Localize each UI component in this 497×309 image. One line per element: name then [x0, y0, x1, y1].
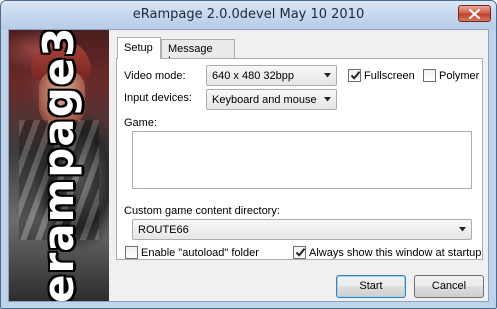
- custom-dir-value: ROUTE66: [138, 224, 189, 236]
- game-list[interactable]: [132, 131, 472, 189]
- input-devices-label: Input devices:: [124, 92, 192, 104]
- dropdown-arrow-icon: [324, 73, 331, 78]
- video-mode-select[interactable]: 640 x 480 32bpp: [206, 65, 337, 86]
- game-label: Game:: [124, 117, 158, 129]
- setup-panel: Video mode: 640 x 480 32bpp Fullscreen P…: [116, 58, 483, 260]
- polymer-checkbox[interactable]: [423, 69, 436, 82]
- input-devices-select[interactable]: Keyboard and mouse: [206, 89, 337, 110]
- fullscreen-label: Fullscreen: [364, 70, 415, 82]
- close-icon: [469, 8, 480, 19]
- close-button[interactable]: [458, 5, 491, 22]
- dropdown-arrow-icon: [459, 227, 466, 232]
- fullscreen-checkbox[interactable]: [348, 69, 361, 82]
- tab-setup[interactable]: Setup: [117, 37, 161, 59]
- video-mode-label: Video mode:: [124, 70, 186, 82]
- always-show-label: Always show this window at startup: [309, 247, 482, 259]
- autoload-checkbox[interactable]: [125, 246, 138, 259]
- video-mode-value: 640 x 480 32bpp: [212, 70, 294, 82]
- window-title: eRampage 2.0.0devel May 10 2010: [132, 7, 365, 22]
- cancel-button[interactable]: Cancel: [414, 275, 484, 298]
- checkmark-icon: [350, 71, 361, 80]
- banner-logo-text: erampage32: [34, 30, 83, 301]
- erampage-banner-image: erampage32: [9, 30, 109, 301]
- always-show-checkbox[interactable]: [293, 246, 306, 259]
- custom-dir-label: Custom game content directory:: [124, 205, 280, 217]
- tab-message-log[interactable]: Message Log: [161, 39, 235, 67]
- title-bar[interactable]: eRampage 2.0.0devel May 10 2010: [1, 1, 496, 29]
- dropdown-arrow-icon: [324, 97, 331, 102]
- start-button[interactable]: Start: [336, 275, 406, 298]
- input-devices-value: Keyboard and mouse: [212, 94, 317, 106]
- autoload-label: Enable "autoload" folder: [141, 247, 259, 259]
- client-area: erampage32 Setup Message Log Video mode:…: [8, 29, 489, 302]
- polymer-label: Polymer: [439, 70, 480, 82]
- checkmark-icon: [295, 248, 306, 257]
- custom-dir-select[interactable]: ROUTE66: [132, 219, 472, 240]
- launcher-window: eRampage 2.0.0devel May 10 2010 erampage…: [0, 0, 497, 309]
